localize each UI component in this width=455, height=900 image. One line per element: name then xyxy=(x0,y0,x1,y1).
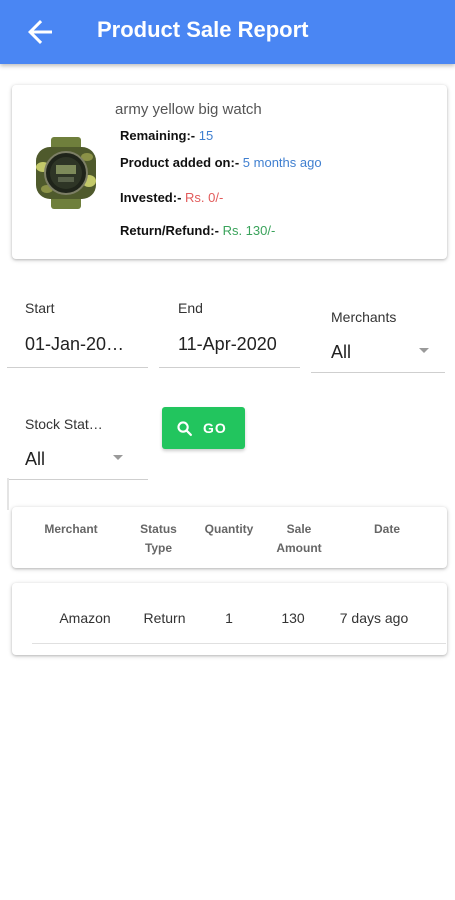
return-value: Rs. 130/- xyxy=(222,223,276,238)
arrow-left-icon xyxy=(28,20,52,44)
product-name: army yellow big watch xyxy=(115,101,262,118)
cell-amount: 130 xyxy=(281,610,305,626)
cell-status: Return xyxy=(143,610,186,626)
search-icon xyxy=(177,421,193,437)
start-value[interactable]: 01-Jan-20… xyxy=(25,334,143,355)
end-underline xyxy=(159,367,300,368)
stock-status-value[interactable]: All xyxy=(25,449,45,470)
table-header: Merchant Status Type Quantity Sale Amoun… xyxy=(12,507,447,568)
return-row: Return/Refund:- Rs. 130/- xyxy=(120,223,275,238)
start-underline xyxy=(7,367,148,368)
cell-merchant: Amazon xyxy=(59,610,111,626)
merchants-label: Merchants xyxy=(331,309,397,325)
header-quantity: Quantity xyxy=(204,522,254,536)
product-image xyxy=(36,137,96,209)
remaining-value: 15 xyxy=(198,128,214,143)
chevron-down-icon xyxy=(113,455,123,460)
app-bar: Product Sale Report xyxy=(0,0,455,64)
added-row: Product added on:- 5 months ago xyxy=(120,155,322,170)
cell-quantity: 1 xyxy=(225,610,233,626)
merchants-underline xyxy=(311,372,445,373)
return-label: Return/Refund:- xyxy=(120,223,219,238)
added-label: Product added on:- xyxy=(120,155,240,170)
back-button[interactable] xyxy=(22,14,58,50)
chevron-down-icon xyxy=(419,348,429,353)
invested-label: Invested:- xyxy=(120,190,182,205)
added-value: 5 months ago xyxy=(242,155,322,170)
merchants-value[interactable]: All xyxy=(331,342,351,363)
cell-date: 7 days ago xyxy=(339,610,409,626)
stock-status-underline xyxy=(7,479,148,480)
product-card: army yellow big watch Remaining:- 15 Pro… xyxy=(12,85,447,259)
header-sale-line2: Amount xyxy=(276,541,322,555)
invested-value: Rs. 0/- xyxy=(185,190,224,205)
go-button[interactable]: GO xyxy=(162,407,245,449)
row-divider xyxy=(32,643,446,644)
invested-row: Invested:- Rs. 0/- xyxy=(120,190,223,205)
header-merchant: Merchant xyxy=(44,522,98,536)
header-status-line1: Status xyxy=(140,522,177,536)
page-title: Product Sale Report xyxy=(97,17,309,42)
start-label: Start xyxy=(25,300,55,316)
table-row[interactable]: Amazon Return 1 130 7 days ago xyxy=(12,583,447,655)
end-value[interactable]: 11-Apr-2020 xyxy=(178,334,296,355)
header-status-line2: Type xyxy=(144,541,173,555)
go-label: GO xyxy=(203,420,227,436)
header-date: Date xyxy=(373,522,400,536)
stock-status-label: Stock Stat… xyxy=(25,416,103,432)
remaining-row: Remaining:- 15 xyxy=(120,128,213,143)
remaining-label: Remaining:- xyxy=(120,128,196,143)
end-label: End xyxy=(178,300,203,316)
divider xyxy=(7,478,9,510)
header-sale-line1: Sale xyxy=(286,522,312,536)
